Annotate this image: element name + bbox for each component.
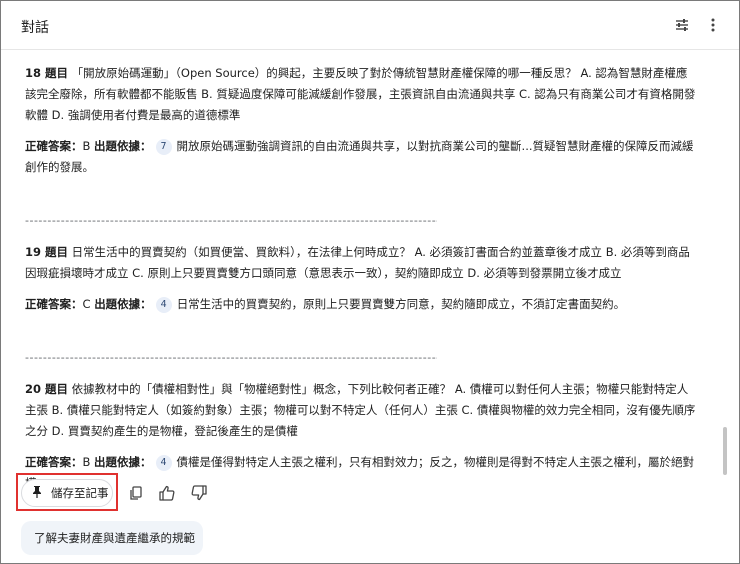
tune-icon[interactable]: [670, 13, 694, 37]
conversation-panel: 對話 18 題目 「開放原始碼運動」（Open Source）的興起，主要反映了…: [0, 0, 740, 564]
source-text: 日常生活中的買賣契約，原則上只要買賣雙方同意，契約隨即成立，不須訂定書面契約。: [176, 297, 626, 311]
answer-line: 正確答案：C 出題依據： 4 日常生活中的買賣契約，原則上只要買賣雙方同意，契約隨即…: [25, 297, 626, 313]
source-citation-badge[interactable]: 4: [155, 455, 172, 471]
scrollbar-thumb[interactable]: [723, 427, 727, 475]
question-text: 20 題目 依據教材中的「債權相對性」與「物權絕對性」概念，下列比較何者正確？ …: [25, 382, 696, 438]
save-to-notes-button[interactable]: 儲存至記事: [21, 479, 113, 507]
thumb-down-icon[interactable]: [189, 483, 209, 503]
question-block: 18 題目 「開放原始碼運動」（Open Source）的興起，主要反映了對於傳…: [25, 63, 697, 178]
question-number: 18 題目: [25, 66, 69, 80]
pin-icon: [31, 485, 43, 502]
response-content: 18 題目 「開放原始碼運動」（Open Source）的興起，主要反映了對於傳…: [25, 63, 697, 494]
question-number: 20 題目: [25, 382, 69, 396]
question-text: 19 題目 日常生活中的買賣契約（如買便當、買飲料），在法律上何時成立？ A. …: [25, 245, 690, 280]
suggestion-chip[interactable]: 了解夫妻財產與遺產繼承的規範: [21, 521, 203, 555]
panel-title: 對話: [21, 20, 49, 36]
source-citation-badge[interactable]: 4: [155, 297, 172, 313]
divider: ----------------------------------------…: [25, 351, 437, 364]
thumb-up-icon[interactable]: [157, 483, 177, 503]
source-citation-badge[interactable]: 7: [155, 139, 172, 155]
answer-value: B: [82, 139, 91, 153]
copy-icon[interactable]: [126, 483, 146, 503]
answer-value: B: [82, 455, 91, 469]
divider: ----------------------------------------…: [25, 214, 437, 227]
save-to-notes-label: 儲存至記事: [51, 486, 109, 500]
answer-line: 正確答案：B 出題依據： 7 開放原始碼運動強調資訊的自由流通與共享，以對抗商業公司…: [25, 139, 694, 174]
question-number: 19 題目: [25, 245, 69, 259]
question-block: 19 題目 日常生活中的買賣契約（如買便當、買飲料），在法律上何時成立？ A. …: [25, 242, 697, 315]
question-block: 20 題目 依據教材中的「債權相對性」與「物權絕對性」概念，下列比較何者正確？ …: [25, 379, 697, 494]
question-text: 18 題目 「開放原始碼運動」（Open Source）的興起，主要反映了對於傳…: [25, 66, 696, 122]
more-vert-icon[interactable]: [701, 13, 725, 37]
answer-value: C: [82, 297, 91, 311]
panel-header: 對話: [1, 1, 739, 50]
